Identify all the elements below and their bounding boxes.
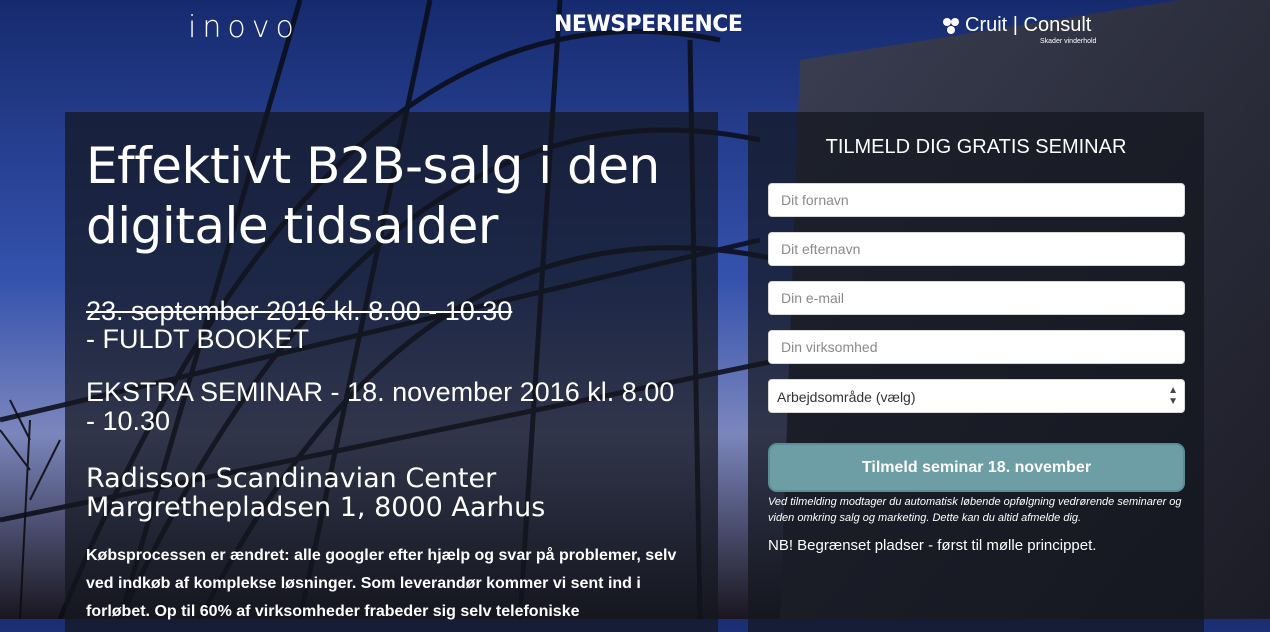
cruit-mark-icon [943,17,959,34]
cruit-consult-tagline: Skader vinderhold [1040,38,1097,45]
venue-address: Margrethepladsen 1, 8000 Aarhus [86,492,546,523]
email-input[interactable] [768,281,1185,315]
cruit-consult-logo: Cruit | Consult [942,14,1091,37]
cruit-consult-text: Cruit | Consult [965,14,1092,36]
venue-name: Radisson Scandinavian Center [86,463,497,494]
form-title: TILMELD DIG GRATIS SEMINAR [825,136,1127,158]
first-name-input[interactable] [768,183,1185,217]
original-seminar-date: 23. september 2016 kl. 8.00 - 10.30 [86,296,513,326]
extra-seminar-date: EKSTRA SEMINAR - 18. november 2016 kl. 8… [86,377,675,436]
last-name-input[interactable] [768,232,1185,266]
work-area-selected-value: Arbejdsområde (vælg) [777,389,916,405]
select-arrows-icon: ▲ ▼ [1168,385,1178,407]
inovo-logo: inovo [188,10,300,45]
page-title: Effektivt B2B-salg i den digitale tidsal… [86,137,660,255]
signup-disclaimer: Ved tilmelding modtager du automatisk lø… [768,496,1182,524]
work-area-select[interactable]: Arbejdsområde (vælg) ▲ ▼ [768,379,1185,413]
signup-form-panel: TILMELD DIG GRATIS SEMINAR Arbejdsområde… [748,112,1204,632]
venue: Radisson Scandinavian Center Margrethepl… [86,464,545,522]
partner-logos-bar: inovo NEWSPERIENCE Cruit | Consult Skade… [0,0,1270,50]
intro-paragraph: Købsprocessen er ændret: alle googler ef… [86,547,677,620]
seminar-info-panel: Effektivt B2B-salg i den digitale tidsal… [65,112,718,632]
fully-booked-status: - FULDT BOOKET [86,324,310,354]
submit-button[interactable]: Tilmeld seminar 18. november [768,443,1185,492]
newsperience-logo: NEWSPERIENCE [554,12,743,37]
company-input[interactable] [768,330,1185,364]
limited-seats-note: NB! Begrænset pladser - først til mølle … [768,537,1097,554]
